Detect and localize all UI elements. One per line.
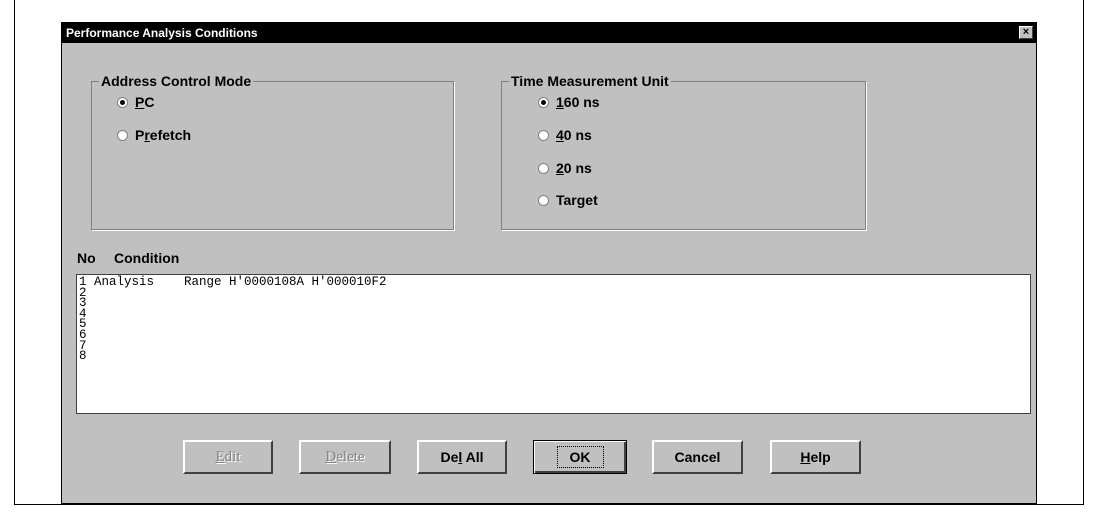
list-item[interactable]: 6 <box>79 329 1030 341</box>
radio-unchecked-icon <box>538 162 549 174</box>
radio-160ns-label: 160 ns <box>556 94 600 110</box>
radio-checked-icon <box>117 96 128 108</box>
help-button[interactable]: Help <box>770 440 861 474</box>
performance-analysis-dialog: Performance Analysis Conditions × Addres… <box>61 22 1037 504</box>
delete-all-button-label: Del All <box>440 449 484 465</box>
help-button-label: Help <box>800 449 831 465</box>
list-item[interactable]: 5 <box>79 318 1030 330</box>
dialog-title: Performance Analysis Conditions <box>66 26 258 40</box>
radio-20ns[interactable]: 20 ns <box>538 159 592 177</box>
radio-target-label: Target <box>556 192 598 208</box>
radio-prefetch[interactable]: Prefetch <box>117 126 191 144</box>
time-measurement-unit-legend: Time Measurement Unit <box>509 73 671 89</box>
title-bar: Performance Analysis Conditions × <box>62 23 1036 43</box>
radio-pc[interactable]: PC <box>117 93 154 111</box>
close-icon[interactable]: × <box>1019 26 1033 39</box>
list-item[interactable]: 3 <box>79 297 1030 309</box>
time-measurement-unit-group: Time Measurement Unit 160 ns 40 ns 20 ns… <box>501 73 866 230</box>
delete-button-label: Delete <box>325 448 365 465</box>
list-item[interactable]: 7 <box>79 340 1030 352</box>
radio-unchecked-icon <box>538 194 549 206</box>
radio-40ns-label: 40 ns <box>556 127 592 143</box>
radio-pc-label: PC <box>135 94 155 110</box>
delete-button[interactable]: Delete <box>299 440 391 474</box>
radio-20ns-label: 20 ns <box>556 160 592 176</box>
address-control-mode-group: Address Control Mode PC Prefetch <box>91 73 454 230</box>
radio-unchecked-icon <box>117 129 128 141</box>
radio-target[interactable]: Target <box>538 191 598 209</box>
edit-button[interactable]: Edit <box>183 440 273 474</box>
radio-prefetch-label: Prefetch <box>135 127 192 143</box>
ok-button[interactable]: OK <box>533 440 627 474</box>
cancel-button[interactable]: Cancel <box>652 440 743 474</box>
radio-checked-icon <box>538 96 549 108</box>
edit-button-label: Edit <box>215 448 241 465</box>
condition-list[interactable]: 1 Analysis Range H'0000108A H'000010F2 2… <box>76 274 1031 414</box>
column-header-no: No <box>77 250 96 266</box>
list-item[interactable]: 2 <box>79 287 1030 299</box>
address-control-mode-legend: Address Control Mode <box>99 73 254 89</box>
radio-40ns[interactable]: 40 ns <box>538 126 592 144</box>
cancel-button-label: Cancel <box>674 449 721 465</box>
delete-all-button[interactable]: Del All <box>417 440 507 474</box>
radio-unchecked-icon <box>538 129 549 141</box>
ok-button-label: OK <box>556 446 604 468</box>
list-item[interactable]: 8 <box>79 350 1030 362</box>
list-item[interactable]: 4 <box>79 308 1030 320</box>
radio-160ns[interactable]: 160 ns <box>538 93 600 111</box>
list-item[interactable]: 1 Analysis Range H'0000108A H'000010F2 <box>79 276 1030 288</box>
column-header-condition: Condition <box>114 250 180 266</box>
